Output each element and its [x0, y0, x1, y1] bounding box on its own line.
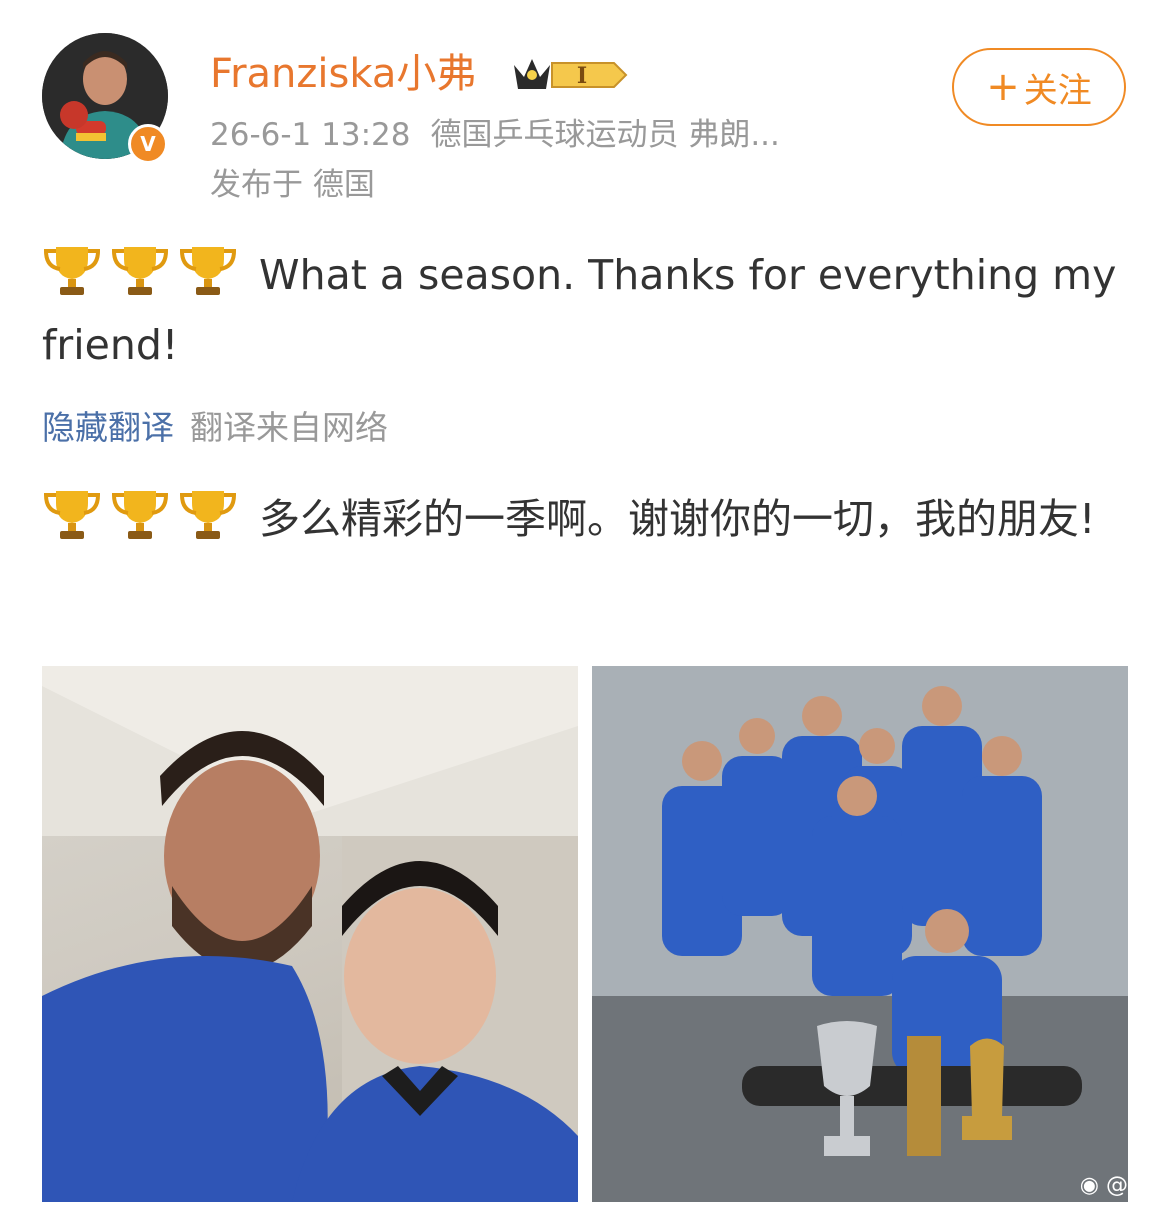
post-source[interactable]: 德国乒乓球运动员 弗朗... [430, 117, 779, 153]
trophy-icon [111, 491, 169, 539]
trophy-icon [179, 491, 237, 539]
selfie-photo [42, 666, 578, 1202]
post-location: 发布于 德国 [210, 167, 375, 203]
plus-icon: + [986, 64, 1020, 110]
post-photo-1[interactable] [42, 666, 578, 1202]
post-timestamp[interactable]: 26-6-1 13:28 [210, 117, 410, 153]
post-text-original: What a season. Thanks for everything my … [42, 240, 1128, 380]
team-photo [592, 666, 1128, 1202]
verified-mark: V [140, 132, 156, 156]
translate-bar: 隐藏翻译 翻译来自网络 [42, 404, 388, 452]
trophy-icon [179, 247, 237, 295]
weibo-logo-icon: ◉ [1079, 1173, 1099, 1198]
post-photo-2[interactable]: ◉ @ [592, 666, 1128, 1202]
post-text-translated-body: 多么精彩的一季啊。谢谢你的一切，我的朋友! [259, 495, 1096, 543]
weibo-watermark: ◉ @ [1080, 1173, 1128, 1198]
trophy-icon [43, 491, 101, 539]
username[interactable]: Franziska小弗 [210, 50, 476, 98]
watermark-text: @ [1106, 1173, 1128, 1198]
post-text-translated: 多么精彩的一季啊。谢谢你的一切，我的朋友! [42, 484, 1128, 554]
translation-source: 翻译来自网络 [190, 408, 388, 447]
follow-button[interactable]: + 关注 [952, 48, 1126, 126]
hide-translation-link[interactable]: 隐藏翻译 [42, 408, 174, 447]
post-meta: 26-6-1 13:28 德国乒乓球运动员 弗朗... [210, 114, 780, 156]
trophy-icon [111, 247, 169, 295]
vip-crown-icon: I [514, 59, 628, 89]
follow-label: 关注 [1023, 70, 1092, 111]
verified-v-icon: V [128, 124, 168, 164]
trophy-icon [43, 247, 101, 295]
vip-level: I [577, 63, 587, 89]
